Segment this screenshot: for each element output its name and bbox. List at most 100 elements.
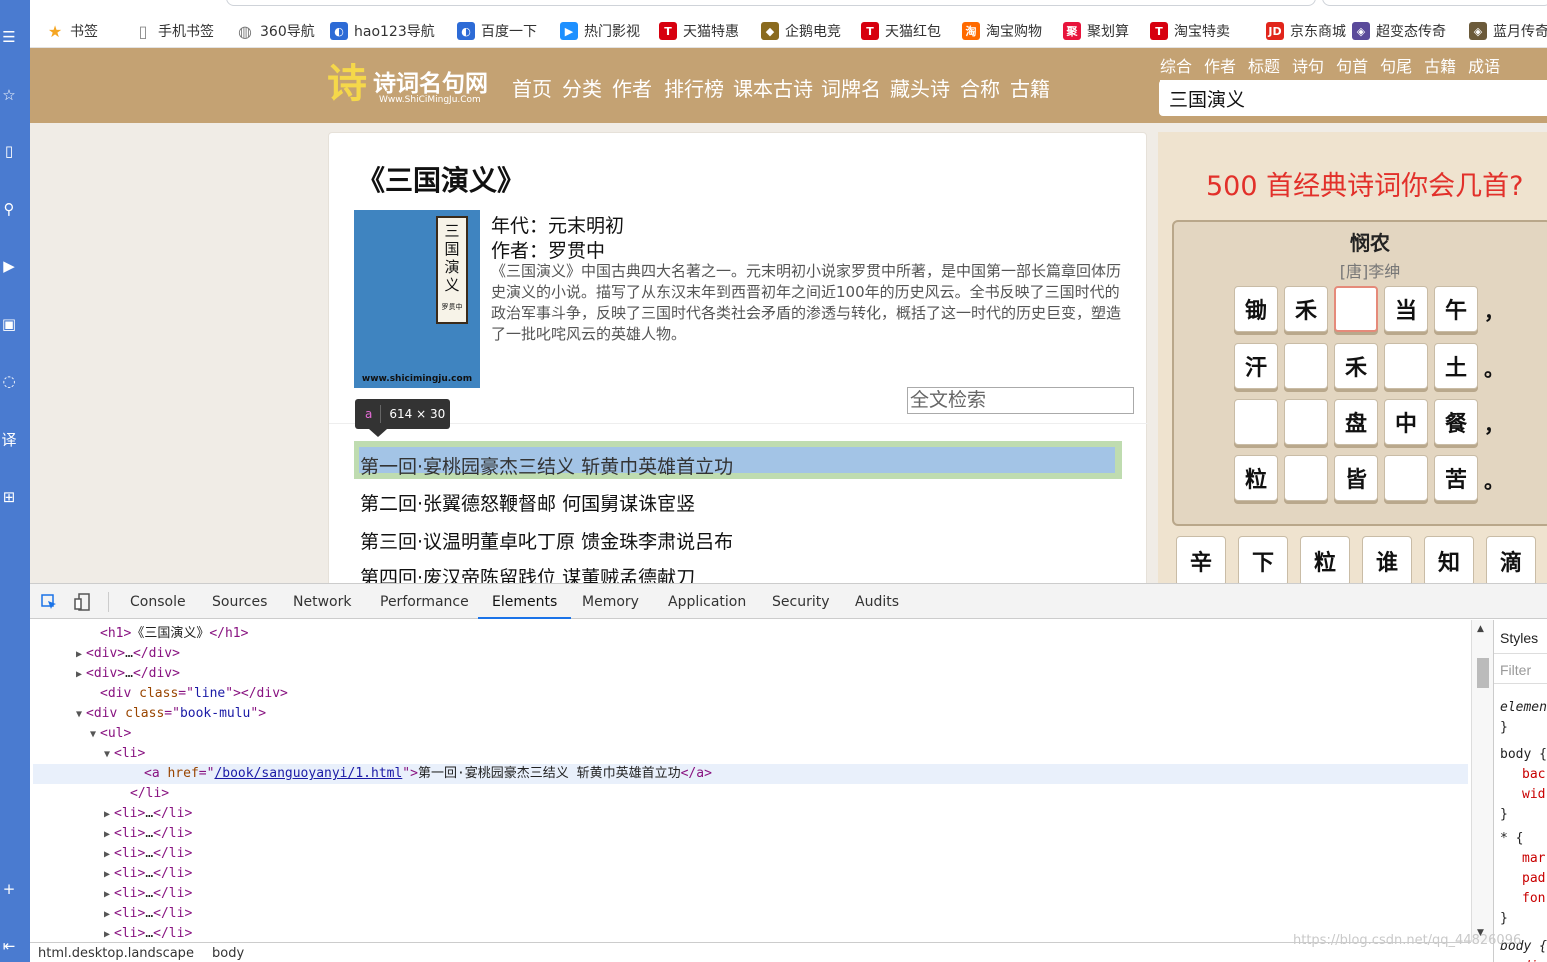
devtools-tab-network[interactable]: Network xyxy=(293,584,351,619)
quiz-blank-cell[interactable] xyxy=(1284,399,1328,445)
nav-item[interactable]: 古籍 xyxy=(1010,73,1050,102)
search-tab[interactable]: 标题 xyxy=(1248,53,1280,82)
search-tab[interactable]: 综合 xyxy=(1160,53,1193,82)
devtools-tab-console[interactable]: Console xyxy=(130,584,186,619)
devtools-tab-memory[interactable]: Memory xyxy=(582,584,639,619)
chapter-link[interactable]: 第三回·议温明董卓叱丁原 馈金珠李肃说吕布 xyxy=(360,527,733,554)
bookmark-item[interactable]: ▶ 热门影视 xyxy=(560,20,640,42)
video-icon[interactable]: ▶ xyxy=(0,255,18,277)
fulltext-search-input[interactable]: 全文检索 xyxy=(907,387,1134,414)
dom-node-line[interactable]: ▼ <li> xyxy=(104,744,145,764)
search-tab[interactable]: 成语 xyxy=(1468,53,1500,82)
dom-node-line[interactable]: ▼ <div class="book-mulu"> xyxy=(76,704,266,724)
quiz-option-tile[interactable]: 粒 xyxy=(1300,536,1350,583)
list-icon[interactable]: ☰ xyxy=(0,26,18,48)
bookmark-item[interactable]: T 淘宝特卖 xyxy=(1150,20,1230,42)
nav-item[interactable]: 作者 xyxy=(612,73,652,102)
expand-arrow-icon[interactable]: ▼ xyxy=(104,745,114,765)
nav-item[interactable]: 分类 xyxy=(562,73,602,102)
devtools-tab-elements[interactable]: Elements xyxy=(478,584,572,619)
bookmark-item[interactable]: T 天猫特惠 xyxy=(659,20,739,42)
expand-arrow-icon[interactable]: ▶ xyxy=(104,805,114,825)
search-tab[interactable]: 诗句 xyxy=(1292,53,1324,82)
live-icon[interactable]: ▣ xyxy=(0,313,18,335)
scroll-up-icon[interactable]: ▲ xyxy=(1477,624,1484,634)
bookmark-item[interactable]: T 天猫红包 xyxy=(861,20,941,42)
dom-node-line[interactable]: ▶ <li>…</li> xyxy=(104,864,192,884)
expand-arrow-icon[interactable]: ▶ xyxy=(104,825,114,845)
quiz-blank-cell[interactable] xyxy=(1284,455,1328,501)
star-icon[interactable]: ☆ xyxy=(0,84,18,106)
quiz-option-tile[interactable]: 知 xyxy=(1424,536,1474,583)
chapter-link[interactable]: 第二回·张翼德怒鞭督邮 何国舅谋诛宦竖 xyxy=(360,489,695,516)
expand-arrow-icon[interactable]: ▼ xyxy=(76,705,86,725)
expand-arrow-icon[interactable]: ▶ xyxy=(104,885,114,905)
quiz-blank-cell[interactable] xyxy=(1384,455,1428,501)
dom-node-line[interactable]: ▶ <div>…</div> xyxy=(76,664,180,684)
devtools-tab-audits[interactable]: Audits xyxy=(855,584,899,619)
collapse-icon[interactable]: ⇤ xyxy=(0,935,18,957)
dom-node-line[interactable]: <div class="line"></div> xyxy=(90,684,288,704)
dom-node-line[interactable]: ▶ <li>…</li> xyxy=(104,924,192,942)
bookmark-item[interactable]: 聚聚划算 xyxy=(1063,20,1129,42)
chat-icon[interactable]: ◌ xyxy=(0,370,18,392)
devtools-tab-security[interactable]: Security xyxy=(772,584,830,619)
add-icon[interactable]: + xyxy=(0,878,18,900)
bookmark-item[interactable]: ◈ 超变态传奇 xyxy=(1352,20,1446,42)
devtools-tab-application[interactable]: Application xyxy=(668,584,746,619)
breadcrumb-item[interactable]: html.desktop.landscape xyxy=(38,946,194,961)
quiz-option-tile[interactable]: 谁 xyxy=(1362,536,1412,583)
expand-arrow-icon[interactable]: ▶ xyxy=(104,845,114,865)
quiz-blank-cell[interactable] xyxy=(1234,399,1278,445)
search-icon[interactable]: ⚲ xyxy=(0,198,18,220)
bookmark-item[interactable]: ◐ hao123导航 xyxy=(330,20,435,42)
dom-node-line[interactable]: ▶ <li>…</li> xyxy=(104,904,192,924)
dom-node-line[interactable]: ▶ <div>…</div> xyxy=(76,644,180,664)
expand-arrow-icon[interactable]: ▼ xyxy=(62,620,72,625)
quiz-blank-cell[interactable] xyxy=(1284,343,1328,389)
quiz-blank-cell[interactable] xyxy=(1334,286,1378,332)
dom-node-line[interactable]: ▶ <li>…</li> xyxy=(104,824,192,844)
nav-item[interactable]: 藏头诗 xyxy=(890,73,950,102)
chapter-link[interactable]: 第一回·宴桃园豪杰三结义 斩黄巾英雄首立功 xyxy=(360,452,733,479)
bookmark-item[interactable]: ◆ 企鹅电竞 xyxy=(761,20,841,42)
chapter-link[interactable]: 第四回·废汉帝陈留践位 谋董贼孟德献刀 xyxy=(360,563,695,583)
nav-item[interactable]: 词牌名 xyxy=(821,73,881,102)
site-search-input[interactable]: 三国演义 xyxy=(1159,80,1547,116)
search-tab[interactable]: 古籍 xyxy=(1424,53,1456,82)
device-toolbar-icon[interactable] xyxy=(74,593,92,611)
expand-arrow-icon[interactable]: ▼ xyxy=(90,725,100,745)
bookmark-item[interactable]: ▯ 手机书签 xyxy=(134,20,214,42)
quiz-option-tile[interactable]: 辛 xyxy=(1176,536,1226,583)
nav-item[interactable]: 合称 xyxy=(960,73,1000,102)
search-tab[interactable]: 句首 xyxy=(1336,53,1368,82)
expand-arrow-icon[interactable]: ▶ xyxy=(76,645,86,665)
dom-node-line[interactable]: ▶ <li>…</li> xyxy=(104,884,192,904)
bookmark-item[interactable]: ◐ 百度一下 xyxy=(457,20,537,42)
breadcrumb-item[interactable]: body xyxy=(212,946,244,961)
dom-node-line[interactable]: </li> xyxy=(120,784,169,804)
site-logo[interactable]: 诗 诗词名句网 Www.ShiCiMingJu.Com xyxy=(327,60,497,112)
nav-item[interactable]: 排行榜 xyxy=(664,73,724,102)
search-tab[interactable]: 作者 xyxy=(1204,53,1236,82)
expand-arrow-icon[interactable]: ▶ xyxy=(76,665,86,685)
quiz-option-tile[interactable]: 滴 xyxy=(1486,536,1536,583)
cart-icon[interactable]: ⊞ xyxy=(0,486,18,508)
styles-filter-input[interactable]: Filter xyxy=(1500,662,1531,678)
dom-node-line[interactable]: <a href="/book/sanguoyanyi/1.html">第一回·宴… xyxy=(33,764,1468,784)
translate-icon[interactable]: 译 xyxy=(0,428,18,450)
devtools-tab-sources[interactable]: Sources xyxy=(212,584,267,619)
quiz-option-tile[interactable]: 下 xyxy=(1238,536,1288,583)
browser-search-box[interactable] xyxy=(1322,0,1547,6)
bookmark-item[interactable]: 淘淘宝购物 xyxy=(962,20,1042,42)
expand-arrow-icon[interactable]: ▶ xyxy=(104,865,114,885)
address-bar[interactable] xyxy=(226,0,1316,6)
nav-item[interactable]: 课本古诗 xyxy=(733,73,813,102)
nav-item[interactable]: 首页 xyxy=(512,73,552,102)
inspect-element-icon[interactable] xyxy=(40,593,58,611)
bookmark-item[interactable]: ◍ 360导航 xyxy=(236,20,315,42)
quiz-blank-cell[interactable] xyxy=(1384,343,1428,389)
expand-arrow-icon[interactable]: ▶ xyxy=(104,905,114,925)
bookmark-item[interactable]: ◈ 蓝月传奇 xyxy=(1469,20,1547,42)
scroll-thumb[interactable] xyxy=(1477,658,1489,688)
